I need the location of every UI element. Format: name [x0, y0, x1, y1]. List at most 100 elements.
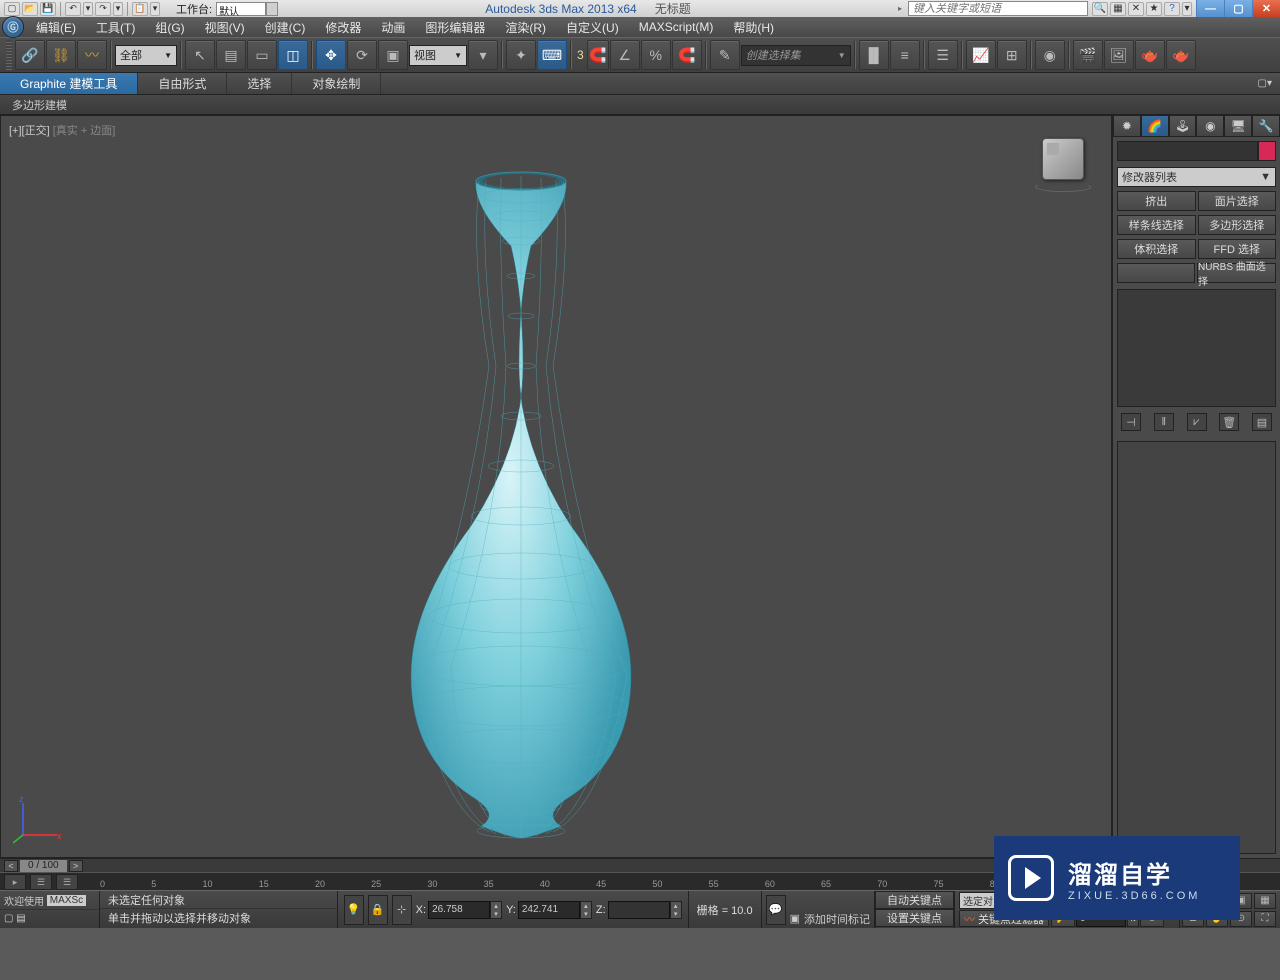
- search-icon[interactable]: 🔍: [1092, 2, 1108, 16]
- keyboard-shortcut-icon[interactable]: ⌨: [537, 40, 567, 70]
- modifier-list-dropdown[interactable]: 修改器列表▼: [1117, 167, 1276, 187]
- scale-icon[interactable]: ▣: [378, 40, 408, 70]
- manipulate-icon[interactable]: ✦: [506, 40, 536, 70]
- rotate-icon[interactable]: ⟳: [347, 40, 377, 70]
- btn-patch-select[interactable]: 面片选择: [1198, 191, 1277, 211]
- object-name-input[interactable]: [1117, 141, 1258, 161]
- edit-named-sel-icon[interactable]: ✎: [710, 40, 740, 70]
- maximize-button[interactable]: ▢: [1224, 0, 1252, 17]
- menu-create[interactable]: 创建(C): [255, 17, 316, 37]
- timeslider-next-icon[interactable]: >: [69, 860, 83, 872]
- exchange-icon[interactable]: ✕: [1128, 2, 1144, 16]
- ribbon-panel-polymodel[interactable]: 多边形建模: [0, 95, 79, 114]
- select-name-icon[interactable]: ▤: [216, 40, 246, 70]
- select-region-rect-icon[interactable]: ▭: [247, 40, 277, 70]
- ribbon-tab-freeform[interactable]: 自由形式: [138, 73, 227, 94]
- snap-toggle-icon[interactable]: 🧲: [587, 40, 609, 70]
- setkey-button[interactable]: 设置关键点: [875, 909, 954, 927]
- ribbon-collapse-icon[interactable]: ▢▾: [1250, 73, 1280, 94]
- isolate-icon[interactable]: 💡: [344, 895, 364, 925]
- abs-rel-icon[interactable]: ⊹: [392, 895, 412, 925]
- render-setup-icon[interactable]: 🎬: [1073, 40, 1103, 70]
- display-tab-icon[interactable]: 🖥: [1224, 115, 1252, 137]
- timeslider-position[interactable]: 0 / 100: [20, 860, 67, 872]
- modifier-stack[interactable]: [1117, 289, 1276, 407]
- create-tab-icon[interactable]: ✹: [1113, 115, 1141, 137]
- layers-icon[interactable]: ☰: [928, 40, 958, 70]
- menu-views[interactable]: 视图(V): [195, 17, 255, 37]
- timeslider-prev-icon[interactable]: <: [4, 860, 18, 872]
- modify-tab-icon[interactable]: 🌈: [1141, 115, 1169, 137]
- btn-poly-select[interactable]: 多边形选择: [1198, 215, 1277, 235]
- utilities-tab-icon[interactable]: 🔧: [1252, 115, 1280, 137]
- menu-customize[interactable]: 自定义(U): [556, 17, 629, 37]
- y-input[interactable]: 242.741: [518, 901, 580, 919]
- add-time-tag[interactable]: 添加时间标记: [804, 911, 870, 927]
- keyfilter-icon[interactable]: 〰: [964, 911, 975, 927]
- menu-graph[interactable]: 图形编辑器: [415, 17, 495, 37]
- autokey-button[interactable]: 自动关键点: [875, 891, 954, 909]
- btn-ffd-select[interactable]: FFD 选择: [1198, 239, 1277, 259]
- undo-dd-icon[interactable]: ▾: [83, 2, 93, 16]
- comm-center-icon[interactable]: 💬: [766, 895, 786, 925]
- rollout-area[interactable]: [1117, 441, 1276, 854]
- trackbar-menu2-icon[interactable]: ☰: [56, 874, 78, 890]
- configure-sets-icon[interactable]: ▤: [1252, 413, 1272, 431]
- redo-icon[interactable]: ↷: [95, 2, 111, 16]
- btn-spline-select[interactable]: 样条线选择: [1117, 215, 1196, 235]
- script-btn[interactable]: ▢ ▤: [0, 910, 99, 928]
- make-unique-icon[interactable]: ⩗: [1187, 413, 1207, 431]
- motion-tab-icon[interactable]: ◉: [1196, 115, 1224, 137]
- pivot-icon[interactable]: ▾: [468, 40, 498, 70]
- undo-icon[interactable]: ↶: [65, 2, 81, 16]
- toolbar-grip[interactable]: [6, 40, 12, 70]
- subscription-icon[interactable]: ▦: [1110, 2, 1126, 16]
- spinner-snap-icon[interactable]: 🧲: [672, 40, 702, 70]
- zoom-extents-all-icon[interactable]: ▦: [1254, 893, 1276, 909]
- y-spinner[interactable]: ▴▾: [580, 901, 592, 919]
- angle-snap-icon[interactable]: ∠: [610, 40, 640, 70]
- show-end-result-icon[interactable]: ‖: [1154, 413, 1174, 431]
- vase-model[interactable]: [371, 166, 671, 846]
- favorite-icon[interactable]: ★: [1146, 2, 1162, 16]
- ribbon-tab-selection[interactable]: 选择: [227, 73, 292, 94]
- btn-nurbs-select[interactable]: NURBS 曲面选择: [1197, 263, 1276, 283]
- menu-group[interactable]: 组(G): [145, 17, 194, 37]
- refcoord-dropdown[interactable]: 视图▼: [409, 45, 467, 66]
- move-icon[interactable]: ✥: [316, 40, 346, 70]
- render-icon[interactable]: 🫖: [1135, 40, 1165, 70]
- viewport[interactable]: [+][正交] [真实 + 边面]: [0, 115, 1112, 858]
- trackbar-expand-icon[interactable]: ▸: [4, 874, 26, 890]
- ribbon-tab-paint[interactable]: 对象绘制: [292, 73, 381, 94]
- x-spinner[interactable]: ▴▾: [490, 901, 502, 919]
- lock-icon[interactable]: 🔒: [368, 895, 388, 925]
- z-spinner[interactable]: ▴▾: [670, 901, 682, 919]
- menu-animation[interactable]: 动画: [371, 17, 415, 37]
- workspace-menu-icon[interactable]: ▾: [266, 2, 278, 16]
- select-object-icon[interactable]: ↖: [185, 40, 215, 70]
- new-icon[interactable]: ▢: [4, 2, 20, 16]
- close-button[interactable]: ✕: [1252, 0, 1280, 17]
- window-crossing-icon[interactable]: ◫: [278, 40, 308, 70]
- maximize-viewport-icon[interactable]: ⛶: [1254, 911, 1276, 927]
- x-input[interactable]: 26.758: [428, 901, 490, 919]
- selection-filter-dropdown[interactable]: 全部▼: [115, 45, 177, 66]
- bind-spacewarp-icon[interactable]: 〰: [77, 40, 107, 70]
- help-dd-icon[interactable]: ▾: [1182, 2, 1192, 16]
- named-selection-dropdown[interactable]: 创建选择集▼: [741, 45, 851, 66]
- menu-maxscript[interactable]: MAXScript(M): [629, 17, 724, 37]
- btn-vol-select[interactable]: 体积选择: [1117, 239, 1196, 259]
- timeline-dropdown-icon[interactable]: ▣: [790, 912, 800, 925]
- schematic-icon[interactable]: ⊞: [997, 40, 1027, 70]
- material-editor-icon[interactable]: ◉: [1035, 40, 1065, 70]
- z-input[interactable]: [608, 901, 670, 919]
- menu-tools[interactable]: 工具(T): [86, 17, 145, 37]
- pin-stack-icon[interactable]: ⊣: [1121, 413, 1141, 431]
- unlink-icon[interactable]: ⛓: [46, 40, 76, 70]
- menu-modifiers[interactable]: 修改器: [315, 17, 371, 37]
- app-menu-button[interactable]: Ⓖ: [2, 16, 24, 38]
- ribbon-tab-graphite[interactable]: Graphite 建模工具: [0, 73, 138, 94]
- hierarchy-tab-icon[interactable]: 🕹: [1169, 115, 1197, 137]
- btn-blank[interactable]: [1117, 263, 1195, 283]
- percent-snap-icon[interactable]: %: [641, 40, 671, 70]
